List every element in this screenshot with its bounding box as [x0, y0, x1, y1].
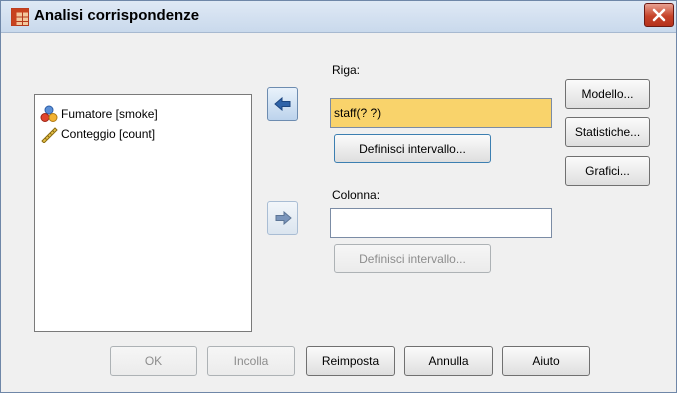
plots-button[interactable]: Grafici...: [565, 156, 650, 186]
variable-label: Fumatore [smoke]: [61, 107, 158, 121]
title-bar[interactable]: Analisi corrispondenze: [1, 1, 676, 33]
define-range-column-button[interactable]: Definisci intervallo...: [334, 244, 491, 273]
help-button[interactable]: Aiuto: [502, 346, 590, 376]
column-field[interactable]: [330, 208, 552, 238]
statistics-button[interactable]: Statistiche...: [565, 117, 650, 147]
statistics-button-label: Statistiche...: [574, 125, 641, 139]
list-item-smoke[interactable]: Fumatore [smoke]: [40, 105, 158, 123]
plots-button-label: Grafici...: [585, 164, 630, 178]
close-icon: [652, 8, 666, 22]
row-field[interactable]: staff(? ?): [330, 98, 552, 128]
cancel-button-label: Annulla: [428, 354, 469, 368]
paste-button[interactable]: Incolla: [207, 346, 295, 376]
window-title: Analisi corrispondenze: [34, 7, 200, 24]
variable-label: Conteggio [count]: [61, 127, 156, 141]
nominal-icon: [40, 105, 58, 122]
reset-button[interactable]: Reimposta: [306, 346, 395, 376]
column-label-text: Colonna:: [332, 188, 381, 202]
dialog-window: Analisi corrispondenze Fumatore [smoke]: [0, 0, 677, 393]
list-item-count[interactable]: Conteggio [count]: [40, 125, 155, 143]
define-range-column-label: Definisci intervallo...: [359, 251, 466, 266]
model-button-label: Modello...: [581, 87, 634, 101]
ok-button[interactable]: OK: [110, 346, 197, 376]
column-label: Colonna:: [332, 188, 380, 202]
close-button[interactable]: [644, 3, 674, 27]
paste-button-label: Incolla: [233, 354, 269, 368]
row-label-text: Riga:: [332, 63, 361, 77]
model-button[interactable]: Modello...: [565, 79, 650, 109]
spss-table-icon: [11, 8, 29, 26]
arrow-right-icon: [275, 211, 292, 225]
help-button-label: Aiuto: [532, 354, 560, 368]
reset-button-label: Reimposta: [321, 354, 380, 368]
arrow-left-icon: [273, 97, 290, 111]
variable-list[interactable]: Fumatore [smoke] Conteggio [count]: [34, 94, 252, 332]
row-label: Riga:: [332, 63, 360, 77]
define-range-row-label: Definisci intervallo...: [359, 141, 466, 156]
ok-button-label: OK: [144, 354, 163, 368]
move-to-row-button[interactable]: [267, 87, 298, 121]
scale-icon: [41, 127, 58, 143]
define-range-row-button[interactable]: Definisci intervallo...: [334, 134, 491, 163]
move-to-column-button[interactable]: [267, 201, 298, 235]
row-field-value: staff(? ?): [334, 106, 382, 120]
cancel-button[interactable]: Annulla: [404, 346, 493, 376]
